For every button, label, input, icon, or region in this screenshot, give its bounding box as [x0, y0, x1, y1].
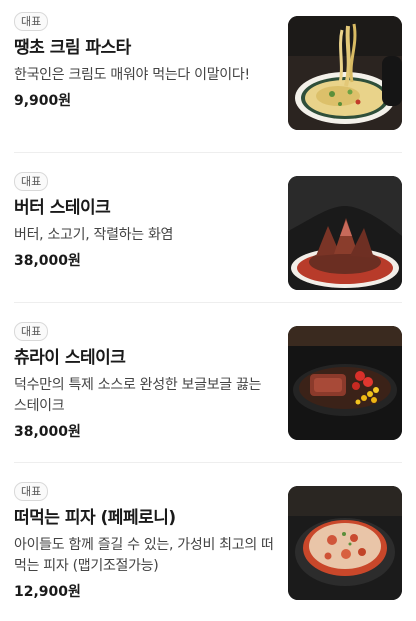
menu-item-name: 떠먹는 피자 (페페로니)	[14, 508, 176, 528]
menu-item-description: 아이들도 함께 즐길 수 있는, 가성비 최고의 떠먹는 피자 (맵기조절가능)	[14, 537, 274, 574]
divider	[14, 302, 402, 303]
spoon-pizza-image	[288, 486, 402, 600]
signature-badge: 대표	[14, 482, 49, 501]
menu-item-description: 덕수만의 특제 소스로 완성한 보글보글 끓는 스테이크	[14, 377, 262, 414]
menu-item-info: 대표 땡초 크림 파스타 한국인은 크림도 매워야 먹는다 이말이다! 9,90…	[14, 10, 276, 111]
menu-item-description: 버터, 소고기, 작렬하는 화염	[14, 227, 174, 243]
menu-item-name: 땡초 크림 파스타	[14, 38, 131, 58]
menu-item-price: 9,900원	[14, 93, 72, 109]
signature-badge: 대표	[14, 172, 49, 191]
menu-item-info: 대표 버터 스테이크 버터, 소고기, 작렬하는 화염 38,000원	[14, 170, 276, 271]
menu-item-price: 38,000원	[14, 253, 81, 269]
menu-item-price: 38,000원	[14, 424, 81, 440]
menu-item-name: 버터 스테이크	[14, 198, 111, 218]
sizzling-steak-photo[interactable]	[288, 326, 402, 440]
butter-steak-image	[288, 176, 402, 290]
sizzling-steak-image	[288, 326, 402, 440]
menu-item-info: 대표 츄라이 스테이크 덕수만의 특제 소스로 완성한 보글보글 끓는 스테이크…	[14, 320, 276, 442]
signature-badge: 대표	[14, 322, 49, 341]
signature-badge: 대표	[14, 12, 49, 31]
pasta-photo[interactable]	[288, 16, 402, 130]
menu-list: 대표 땡초 크림 파스타 한국인은 크림도 매워야 먹는다 이말이다! 9,90…	[0, 0, 416, 621]
menu-item-name: 츄라이 스테이크	[14, 348, 126, 368]
divider	[14, 152, 402, 153]
menu-item-price: 12,900원	[14, 584, 81, 600]
divider	[14, 462, 402, 463]
pasta-image	[288, 16, 402, 130]
butter-steak-photo[interactable]	[288, 176, 402, 290]
menu-item-description: 한국인은 크림도 매워야 먹는다 이말이다!	[14, 67, 250, 83]
menu-item-info: 대표 떠먹는 피자 (페페로니) 아이들도 함께 즐길 수 있는, 가성비 최고…	[14, 480, 276, 602]
spoon-pizza-photo[interactable]	[288, 486, 402, 600]
